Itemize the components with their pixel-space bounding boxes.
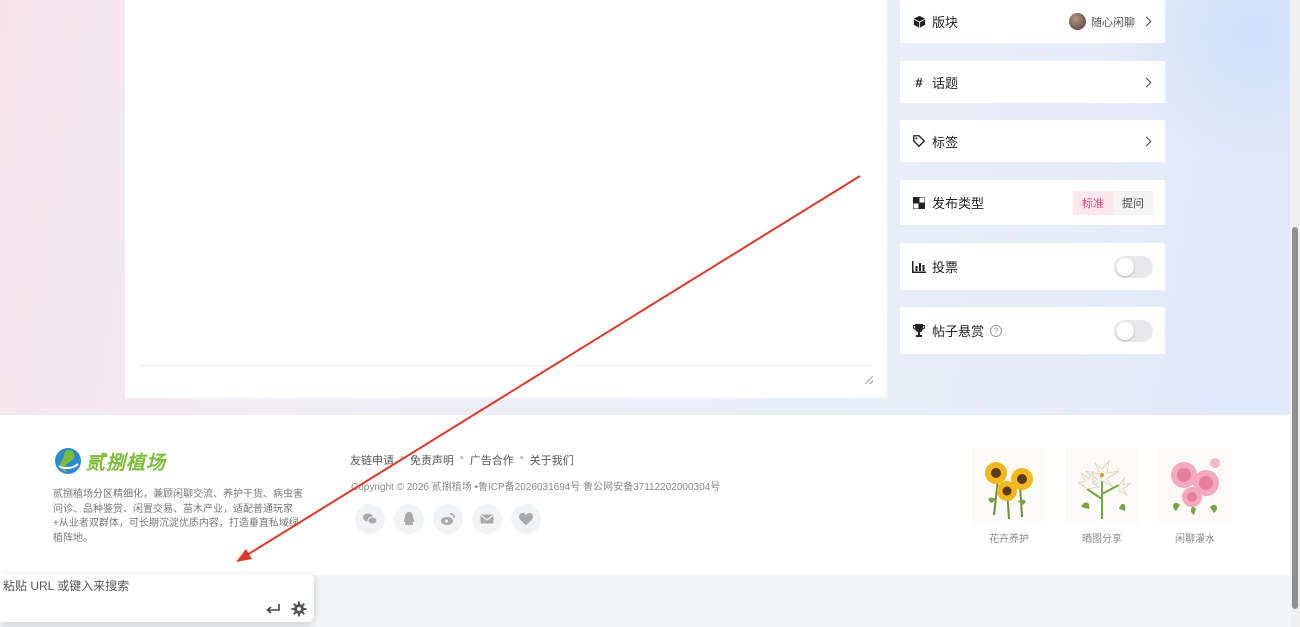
separator-dot: • [519, 452, 524, 464]
board-avatar [1069, 13, 1086, 30]
category-caption: 晒图分享 [1082, 534, 1122, 545]
footer-link[interactable]: 免责声明 [410, 452, 454, 468]
board-value: 随心闲聊 [1091, 16, 1135, 29]
category-caption: 闲聊灌水 [1175, 534, 1215, 545]
peony-image [1158, 448, 1232, 522]
footer-link[interactable]: 广告合作 [470, 452, 514, 468]
trophy-icon [912, 324, 926, 338]
lily-image [1065, 448, 1139, 522]
site-footer: 贰捌植场 贰捌植场分区精细化，兼顾闲聊交流、养护干货、病虫害问诊、品种鉴赏、闲置… [0, 415, 1290, 575]
scrollbar-thumb[interactable] [1292, 227, 1298, 609]
wechat-icon[interactable] [355, 504, 385, 534]
topic-label: 话题 [932, 75, 959, 91]
separator-dot: • [459, 452, 464, 464]
tag-icon [912, 134, 926, 148]
post-type-segment: 标准 提问 [1073, 190, 1153, 215]
social-links [355, 504, 541, 534]
chevron-right-icon [1141, 136, 1152, 146]
category-card[interactable]: 晒图分享 [1065, 448, 1139, 545]
gear-icon[interactable] [291, 601, 307, 617]
copyright-text: Copyright © 2026 贰捌植场 •鲁ICP备2026031694号 … [351, 482, 721, 493]
qq-icon[interactable] [394, 504, 424, 534]
category-caption: 花卉养护 [989, 534, 1029, 545]
cube-icon [912, 15, 926, 29]
separator-dot: • [400, 452, 404, 464]
vote-row: 投票 [900, 243, 1165, 290]
vote-label: 投票 [932, 260, 959, 275]
help-icon[interactable]: ? [990, 324, 1003, 337]
url-input[interactable] [3, 579, 303, 593]
bar-chart-icon [912, 260, 926, 274]
resize-handle-icon[interactable] [865, 376, 873, 384]
editor-divider [139, 365, 873, 366]
post-type-row: 发布类型 标准 提问 [900, 180, 1165, 225]
post-editor[interactable] [125, 0, 887, 398]
tags-label: 标签 [932, 134, 959, 150]
mail-icon[interactable] [472, 504, 502, 534]
footer-link[interactable]: 关于我们 [530, 452, 574, 468]
logo-text: 贰捌植场 [86, 452, 167, 474]
tags-selector[interactable]: 标签 [900, 120, 1165, 162]
logo-icon [55, 448, 81, 474]
site-description: 贰捌植场分区精细化，兼顾闲聊交流、养护干货、病虫害问诊、品种鉴赏、闲置交易、苗木… [53, 489, 303, 544]
vote-toggle[interactable] [1114, 255, 1153, 278]
footer-links: 友链申请 • 免责声明 • 广告合作 • 关于我们 [350, 452, 574, 468]
category-cards: 花卉养护 晒图分享 闲聊灌水 [972, 448, 1232, 545]
board-selector[interactable]: 版块 随心闲聊 [900, 0, 1165, 43]
post-type-label: 发布类型 [932, 196, 985, 211]
chevron-right-icon [1141, 16, 1152, 27]
site-logo[interactable]: 贰捌植场 [53, 446, 166, 476]
heart-icon[interactable] [511, 504, 541, 534]
post-type-standard[interactable]: 标准 [1073, 190, 1113, 215]
reward-row: 帖子悬赏 ? [900, 307, 1165, 354]
post-type-question[interactable]: 提问 [1113, 191, 1153, 215]
board-label: 版块 [932, 15, 959, 30]
category-card[interactable]: 闲聊灌水 [1158, 448, 1232, 545]
checkerboard-icon [912, 196, 926, 210]
sunflower-image [972, 448, 1046, 522]
hash-icon: # [915, 74, 923, 90]
category-card[interactable]: 花卉养护 [972, 448, 1046, 545]
chevron-right-icon [1141, 77, 1152, 87]
topic-selector[interactable]: # 话题 [900, 61, 1165, 103]
reward-toggle[interactable] [1114, 319, 1153, 342]
enter-icon[interactable] [265, 602, 281, 616]
reward-label: 帖子悬赏 [932, 324, 985, 339]
footer-link[interactable]: 友链申请 [350, 452, 394, 468]
url-search-bar [0, 574, 314, 622]
weibo-icon[interactable] [433, 504, 463, 534]
